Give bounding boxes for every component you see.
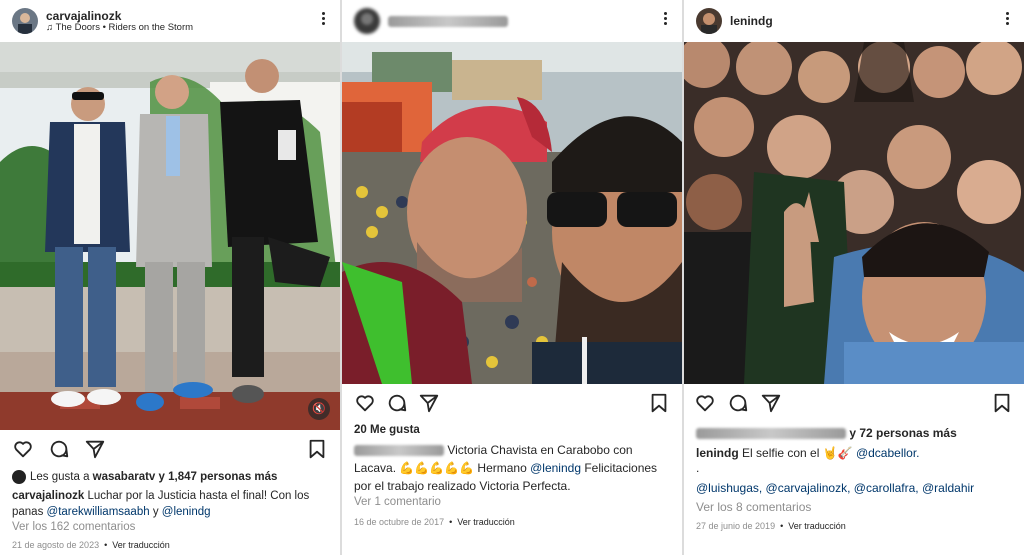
- view-comments-link[interactable]: Ver los 162 comentarios: [12, 519, 330, 535]
- caption-text: El selfie con el 🤘🎸: [742, 446, 853, 460]
- post-meta: 27 de junio de 2019 • Ver traducción: [696, 521, 846, 531]
- post-meta: 16 de octubre de 2017 • Ver traducción: [354, 517, 515, 527]
- caption: Victoria Chavista en Carabobo con Lacava…: [354, 441, 672, 495]
- translate-link[interactable]: Ver traducción: [457, 517, 515, 527]
- mentions-line[interactable]: @luishugas, @carvajalinozk, @carollafra,…: [696, 480, 1014, 496]
- avatar[interactable]: [12, 8, 38, 34]
- comment-icon[interactable]: [727, 392, 749, 414]
- caption-username-blurred[interactable]: [354, 445, 444, 457]
- username[interactable]: carvajalinozk: [46, 9, 121, 23]
- likes-count[interactable]: y 72 personas más: [849, 426, 956, 440]
- caption: lenindg El selfie con el 🤘🎸 @dcabellor.: [696, 445, 1014, 461]
- mute-icon[interactable]: 🔇: [308, 398, 330, 420]
- view-comments-link[interactable]: Ver 1 comentario: [354, 494, 672, 510]
- post-header: [342, 0, 682, 42]
- likes-line: y 72 personas más: [696, 425, 1014, 441]
- post-date: 21 de agosto de 2023: [12, 540, 100, 550]
- caption-dot: .: [696, 461, 700, 475]
- more-options-icon[interactable]: [1000, 10, 1014, 30]
- likes-line: Les gusta a wasabaratv y 1,847 personas …: [12, 469, 330, 485]
- username-blurred[interactable]: [388, 14, 508, 28]
- comment-icon[interactable]: [386, 392, 408, 414]
- post-2: 20 Me gusta Victoria Chavista en Carabob…: [342, 0, 682, 555]
- liked-by-blurred[interactable]: [696, 428, 846, 440]
- heart-icon[interactable]: [12, 438, 34, 460]
- caption-username[interactable]: lenindg: [696, 446, 739, 460]
- post-image[interactable]: [684, 42, 1024, 384]
- action-bar: [342, 392, 682, 416]
- post-image[interactable]: 🔇: [0, 42, 340, 430]
- liked-by-user[interactable]: wasabaratv: [93, 471, 156, 483]
- post-1: carvajalinozk ♫ The Doors • Riders on th…: [0, 0, 340, 555]
- heart-icon[interactable]: [354, 392, 376, 414]
- bookmark-icon[interactable]: [648, 392, 670, 414]
- view-comments-link[interactable]: Ver los 8 comentarios: [696, 499, 1014, 515]
- action-bar: [0, 438, 340, 462]
- post-image[interactable]: [342, 42, 682, 384]
- likes-count[interactable]: y 1,847 personas más: [159, 471, 278, 483]
- music-label[interactable]: ♫ The Doors • Riders on the Storm: [46, 22, 193, 33]
- caption: carvajalinozk Luchar por la Justicia has…: [12, 488, 330, 520]
- caption-and: y: [152, 506, 159, 518]
- more-options-icon[interactable]: [316, 10, 330, 30]
- heart-icon[interactable]: [694, 392, 716, 414]
- likes-count[interactable]: 20 Me gusta: [354, 422, 672, 438]
- username[interactable]: lenindg: [730, 14, 773, 28]
- post-meta: 21 de agosto de 2023 • Ver traducción: [12, 540, 170, 550]
- avatar[interactable]: [696, 8, 722, 34]
- share-icon[interactable]: [84, 438, 106, 460]
- translate-link[interactable]: Ver traducción: [112, 540, 170, 550]
- mention-link[interactable]: @lenindg: [162, 506, 211, 518]
- comment-icon[interactable]: [48, 438, 70, 460]
- share-icon[interactable]: [760, 392, 782, 414]
- share-icon[interactable]: [418, 392, 440, 414]
- post-header: carvajalinozk ♫ The Doors • Riders on th…: [0, 0, 340, 42]
- liker-avatar[interactable]: [12, 469, 26, 484]
- mention-link[interactable]: @dcabellor.: [856, 446, 920, 460]
- translate-link[interactable]: Ver traducción: [788, 521, 846, 531]
- avatar[interactable]: [354, 8, 380, 34]
- post-date: 16 de octubre de 2017: [354, 517, 445, 527]
- bookmark-icon[interactable]: [991, 392, 1013, 414]
- caption-username[interactable]: carvajalinozk: [12, 490, 84, 502]
- action-bar: [684, 392, 1024, 416]
- post-date: 27 de junio de 2019: [696, 521, 776, 531]
- more-options-icon[interactable]: [658, 10, 672, 30]
- mention-link[interactable]: @tarekwilliamsaabh: [47, 506, 150, 518]
- mention-link[interactable]: @lenindg: [530, 461, 581, 475]
- post-3: lenindg y 72 personas más lenindg El sel…: [684, 0, 1024, 555]
- bookmark-icon[interactable]: [306, 438, 328, 460]
- likes-prefix: Les gusta a: [30, 471, 90, 483]
- post-header: lenindg: [684, 0, 1024, 42]
